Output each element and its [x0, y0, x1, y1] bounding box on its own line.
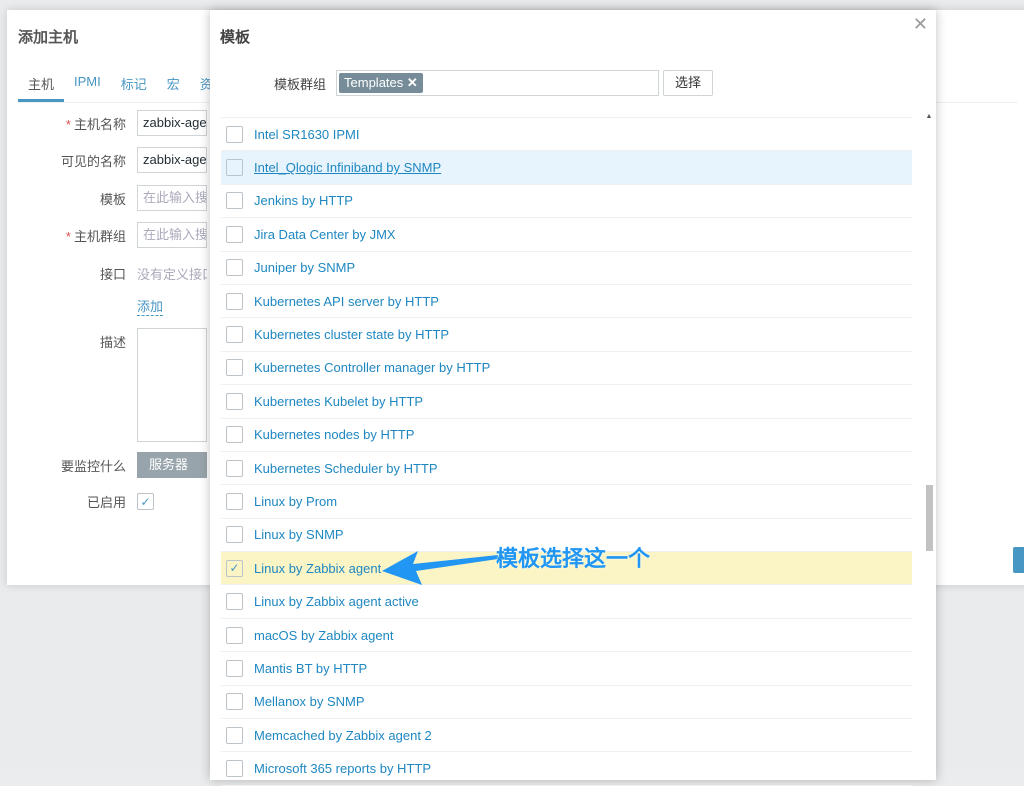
- template-name[interactable]: Jira Data Center by JMX: [254, 227, 396, 242]
- remove-tag-icon[interactable]: ✕: [407, 75, 418, 90]
- visible-name-label: 可见的名称: [60, 153, 126, 169]
- template-name[interactable]: Kubernetes nodes by HTTP: [254, 427, 414, 442]
- tab-ipmi[interactable]: IPMI: [64, 74, 111, 102]
- visible-name-input[interactable]: zabbix-agent: [137, 147, 207, 173]
- template-name[interactable]: Juniper by SNMP: [254, 260, 355, 275]
- select-button[interactable]: 选择: [663, 70, 714, 96]
- template-name[interactable]: Jenkins by HTTP: [254, 193, 353, 208]
- template-group-input[interactable]: Templates ✕: [336, 70, 660, 96]
- template-name[interactable]: Kubernetes cluster state by HTTP: [254, 327, 449, 342]
- template-row[interactable]: Jenkins by HTTP: [221, 185, 912, 219]
- monitor-server-button[interactable]: 服务器: [137, 452, 207, 478]
- template-checkbox[interactable]: [226, 659, 243, 677]
- template-row[interactable]: Mellanox by SNMP: [221, 686, 912, 720]
- templates-input[interactable]: 在此输入搜索: [137, 185, 207, 211]
- description-textarea[interactable]: [137, 328, 207, 442]
- interfaces-label: 接口: [99, 267, 126, 282]
- template-name[interactable]: Mellanox by SNMP: [254, 694, 365, 709]
- template-name[interactable]: Intel SR1630 IPMI: [254, 127, 360, 142]
- template-checkbox[interactable]: [226, 693, 243, 711]
- template-row[interactable]: Mantis BT by HTTP: [221, 652, 912, 686]
- template-name[interactable]: Intel_Qlogic Infiniband by SNMP: [254, 160, 441, 175]
- add-button[interactable]: [1013, 547, 1024, 573]
- template-checkbox[interactable]: [226, 259, 243, 277]
- template-name[interactable]: Kubernetes Controller manager by HTTP: [254, 360, 490, 375]
- template-name[interactable]: Memcached by Zabbix agent 2: [254, 728, 432, 743]
- template-group-label: 模板群组: [274, 76, 327, 92]
- template-checkbox[interactable]: [226, 459, 243, 477]
- dialog-title: 添加主机: [18, 29, 79, 46]
- template-row[interactable]: Linux by Prom: [221, 485, 912, 519]
- templates-modal: 模板 ✕ 模板群组 Templates ✕ 选择 Intel SR1630 IP…: [210, 10, 936, 786]
- template-list: Intel SR1630 IPMI Intel_Qlogic Infiniband…: [221, 117, 912, 786]
- interfaces-value: 没有定义接口。: [137, 267, 207, 282]
- template-checkbox[interactable]: [226, 326, 243, 344]
- template-name[interactable]: macOS by Zabbix agent: [254, 628, 393, 643]
- host-name-input[interactable]: zabbix-agent: [137, 110, 207, 136]
- description-label: 描述: [99, 335, 126, 350]
- close-icon[interactable]: ✕: [913, 14, 928, 35]
- template-checkbox[interactable]: [226, 225, 243, 243]
- add-interface-link[interactable]: 添加: [137, 296, 164, 316]
- host-groups-input[interactable]: 在此输入搜索: [137, 222, 207, 248]
- tab-tags[interactable]: 标记: [111, 74, 157, 102]
- scroll-up-icon[interactable]: ▲: [924, 113, 934, 120]
- annotation-text: 模板选择这一个: [496, 546, 651, 571]
- template-name[interactable]: Microsoft 365 reports by HTTP: [254, 761, 431, 776]
- template-name[interactable]: Linux by Zabbix agent: [254, 561, 381, 576]
- template-checkbox[interactable]: [226, 760, 243, 778]
- template-checkbox[interactable]: [226, 192, 243, 210]
- monitor-label: 要监控什么: [60, 458, 126, 474]
- template-name[interactable]: Mantis BT by HTTP: [254, 661, 367, 676]
- template-checkbox[interactable]: [226, 292, 243, 310]
- template-row[interactable]: Kubernetes API server by HTTP: [221, 285, 912, 319]
- template-row[interactable]: Intel SR1630 IPMI: [221, 118, 912, 152]
- host-groups-label: 主机群组: [73, 228, 126, 244]
- template-checkbox[interactable]: ✓: [226, 559, 243, 577]
- tab-macros[interactable]: 宏: [157, 74, 190, 102]
- template-row[interactable]: macOS by Zabbix agent: [221, 619, 912, 653]
- template-row[interactable]: Juniper by SNMP: [221, 252, 912, 285]
- template-row[interactable]: Kubernetes cluster state by HTTP: [221, 318, 912, 352]
- template-checkbox[interactable]: [226, 125, 243, 143]
- template-name[interactable]: Linux by Zabbix agent active: [254, 594, 419, 609]
- template-checkbox[interactable]: [226, 593, 243, 611]
- modal-title: 模板: [220, 29, 251, 46]
- host-name-label: 主机名称: [73, 116, 126, 132]
- group-tag: Templates ✕: [339, 73, 423, 93]
- template-row[interactable]: Kubernetes nodes by HTTP: [221, 419, 912, 452]
- template-checkbox[interactable]: [226, 526, 243, 544]
- template-name[interactable]: Kubernetes API server by HTTP: [254, 294, 439, 309]
- scrollbar[interactable]: ▲: [924, 113, 934, 783]
- template-row[interactable]: Intel_Qlogic Infiniband by SNMP: [221, 151, 912, 185]
- template-checkbox[interactable]: [226, 492, 243, 510]
- tab-host[interactable]: 主机: [18, 74, 65, 102]
- template-checkbox[interactable]: [226, 726, 243, 744]
- scrollbar-thumb[interactable]: [926, 485, 933, 551]
- template-checkbox[interactable]: [226, 626, 243, 644]
- template-checkbox[interactable]: [226, 359, 243, 377]
- template-row[interactable]: Memcached by Zabbix agent 2: [221, 719, 912, 753]
- template-name[interactable]: Linux by Prom: [254, 494, 337, 509]
- template-name[interactable]: Kubernetes Scheduler by HTTP: [254, 461, 438, 476]
- template-name[interactable]: Linux by SNMP: [254, 527, 344, 542]
- template-checkbox[interactable]: [226, 426, 243, 444]
- arrow-icon: [382, 551, 498, 585]
- template-name[interactable]: Kubernetes Kubelet by HTTP: [254, 394, 423, 409]
- templates-label: 模板: [99, 191, 126, 207]
- template-row[interactable]: Kubernetes Kubelet by HTTP: [221, 385, 912, 419]
- template-row[interactable]: Microsoft 365 reports by HTTP: [221, 752, 912, 786]
- enabled-checkbox[interactable]: ✓: [137, 493, 154, 510]
- template-row[interactable]: Kubernetes Scheduler by HTTP: [221, 452, 912, 486]
- template-checkbox[interactable]: [226, 159, 243, 177]
- template-checkbox[interactable]: [226, 392, 243, 410]
- template-row[interactable]: Linux by Zabbix agent active: [221, 585, 912, 619]
- enabled-label: 已启用: [86, 495, 126, 510]
- template-row[interactable]: Jira Data Center by JMX: [221, 218, 912, 252]
- template-row[interactable]: Kubernetes Controller manager by HTTP: [221, 352, 912, 386]
